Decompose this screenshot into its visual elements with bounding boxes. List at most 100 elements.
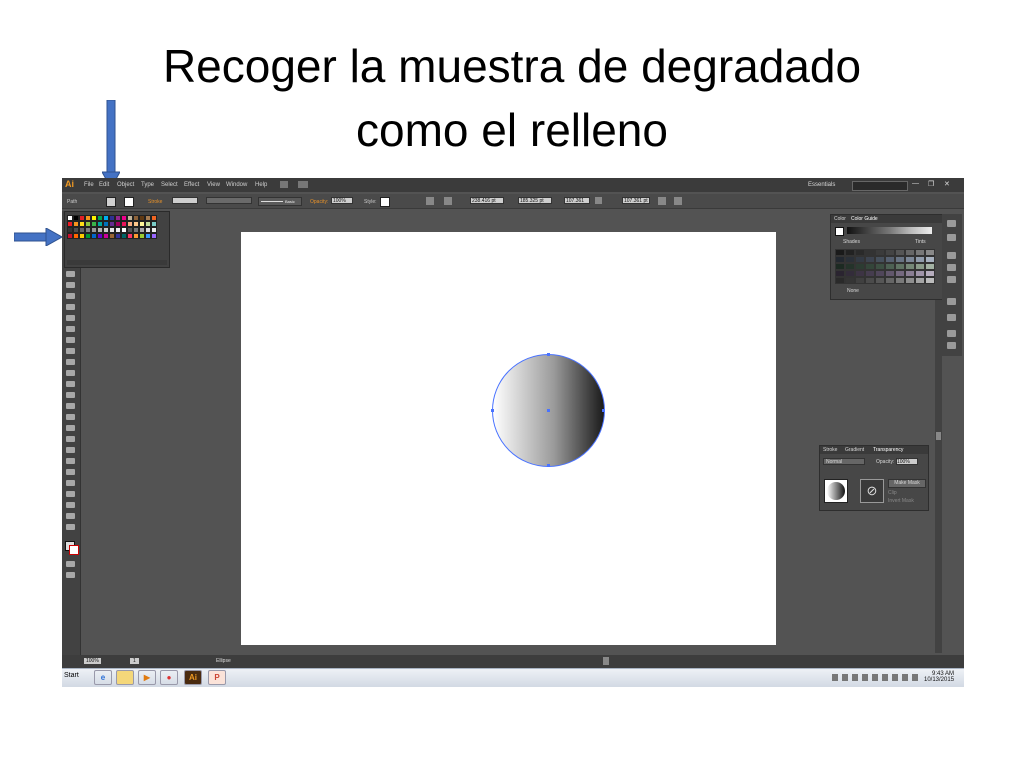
color-guide-swatch[interactable] — [855, 270, 865, 277]
free-transform-tool-icon[interactable] — [66, 392, 75, 398]
layers-icon[interactable] — [947, 330, 956, 337]
color-guide-swatch[interactable] — [835, 277, 845, 284]
opacity-label[interactable]: Opacity: — [310, 199, 328, 205]
bridge-icon[interactable] — [280, 181, 288, 188]
powerpoint-icon[interactable]: P — [208, 670, 226, 685]
anchor-point[interactable] — [547, 464, 550, 467]
stroke-color-box[interactable] — [69, 545, 79, 555]
workspace-switcher[interactable]: Essentials — [808, 182, 835, 188]
horizontal-scroll-thumb[interactable] — [603, 657, 609, 665]
menu-edit[interactable]: Edit — [99, 182, 109, 188]
swatches-icon[interactable] — [947, 252, 956, 259]
swatch-grid[interactable] — [67, 215, 157, 239]
appearance-icon[interactable] — [947, 220, 956, 227]
color-guide-swatch[interactable] — [915, 263, 925, 270]
scale-tool-icon[interactable] — [66, 370, 75, 376]
chrome-icon[interactable]: ● — [160, 670, 178, 685]
color-guide-swatch[interactable] — [915, 249, 925, 256]
system-tray-icons[interactable] — [832, 674, 920, 681]
tab-color-guide[interactable]: Color Guide — [851, 216, 878, 222]
color-guide-swatch[interactable] — [895, 270, 905, 277]
close-icon[interactable]: ✕ — [944, 180, 950, 188]
color-guide-swatch[interactable] — [835, 256, 845, 263]
hand-tool-icon[interactable] — [66, 513, 75, 519]
color-guide-swatch[interactable] — [855, 277, 865, 284]
color-guide-swatch[interactable] — [865, 270, 875, 277]
transform-panel-icon[interactable] — [947, 314, 956, 321]
paintbrush-tool-icon[interactable] — [66, 315, 75, 321]
color-guide-swatch[interactable] — [845, 277, 855, 284]
color-guide-swatch[interactable] — [885, 263, 895, 270]
color-guide-swatch[interactable] — [885, 277, 895, 284]
color-guide-grid[interactable] — [835, 249, 935, 284]
gradient-circle[interactable] — [491, 353, 605, 467]
anchor-point[interactable] — [602, 409, 605, 412]
blob-brush-tool-icon[interactable] — [66, 337, 75, 343]
color-guide-swatch[interactable] — [865, 277, 875, 284]
restore-icon[interactable]: ❐ — [928, 180, 934, 188]
graphic-style-swatch[interactable] — [380, 197, 390, 207]
color-guide-swatch[interactable] — [835, 263, 845, 270]
slice-tool-icon[interactable] — [66, 502, 75, 508]
color-guide-swatch[interactable] — [925, 277, 935, 284]
blend-tool-icon[interactable] — [66, 458, 75, 464]
brushes-icon[interactable] — [947, 264, 956, 271]
width-tool-icon[interactable] — [66, 381, 75, 387]
menu-effect[interactable]: Effect — [184, 182, 199, 188]
color-guide-swatch[interactable] — [895, 277, 905, 284]
symbol-sprayer-tool-icon[interactable] — [66, 469, 75, 475]
mesh-tool-icon[interactable] — [66, 425, 75, 431]
color-guide-swatch[interactable] — [875, 270, 885, 277]
ellipse-tool-icon[interactable] — [66, 304, 75, 310]
panel-menu-icon[interactable] — [674, 197, 682, 205]
anchor-point[interactable] — [491, 409, 494, 412]
artboard-number[interactable]: 1 — [130, 658, 139, 664]
graphic-styles-icon[interactable] — [947, 234, 956, 241]
stroke-label[interactable]: Stroke — [148, 199, 162, 205]
arrange-documents-icon[interactable] — [298, 181, 308, 188]
color-guide-swatch[interactable] — [925, 270, 935, 277]
color-guide-swatch[interactable] — [895, 256, 905, 263]
color-guide-swatch[interactable] — [875, 249, 885, 256]
color-guide-swatch[interactable] — [925, 263, 935, 270]
menu-help[interactable]: Help — [255, 182, 267, 188]
color-guide-swatch[interactable] — [885, 249, 895, 256]
color-guide-swatch[interactable] — [905, 249, 915, 256]
clock[interactable]: 9:43 AM 10/13/2015 — [924, 671, 954, 683]
color-guide-swatch[interactable] — [905, 263, 915, 270]
y-field[interactable]: 185.325 pt — [518, 197, 552, 204]
stroke-weight-field[interactable] — [172, 197, 198, 204]
tab-gradient[interactable]: Gradient — [845, 447, 864, 453]
media-player-icon[interactable]: ▶ — [138, 670, 156, 685]
drawing-modes-icon[interactable] — [66, 561, 75, 567]
start-button[interactable]: Start — [64, 672, 79, 679]
color-guide-swatch[interactable] — [865, 249, 875, 256]
artboards-icon[interactable] — [947, 342, 956, 349]
file-explorer-icon[interactable] — [116, 670, 134, 685]
zoom-tool-icon[interactable] — [66, 524, 75, 530]
color-guide-swatch[interactable] — [855, 263, 865, 270]
color-guide-swatch[interactable] — [905, 277, 915, 284]
eraser-tool-icon[interactable] — [66, 348, 75, 354]
color-guide-swatch[interactable] — [875, 256, 885, 263]
rotate-tool-icon[interactable] — [66, 359, 75, 365]
tab-stroke[interactable]: Stroke — [823, 447, 837, 453]
menu-type[interactable]: Type — [141, 182, 154, 188]
blend-mode-select[interactable]: Normal — [823, 458, 865, 465]
height-field[interactable]: 107.361 pt — [622, 197, 650, 204]
tab-color[interactable]: Color — [834, 216, 846, 222]
menu-file[interactable]: File — [84, 182, 94, 188]
internet-explorer-icon[interactable]: e — [94, 670, 112, 685]
color-guide-swatch[interactable] — [905, 256, 915, 263]
gradient-tool-icon[interactable] — [66, 436, 75, 442]
variable-width-field[interactable] — [206, 197, 252, 204]
line-tool-icon[interactable] — [66, 293, 75, 299]
color-guide-swatch[interactable] — [845, 270, 855, 277]
color-guide-swatch[interactable] — [885, 256, 895, 263]
scroll-thumb[interactable] — [936, 432, 941, 440]
color-guide-swatch[interactable] — [845, 249, 855, 256]
opacity-field[interactable]: 100% — [896, 458, 918, 465]
anchor-point[interactable] — [547, 353, 550, 356]
graph-tool-icon[interactable] — [66, 480, 75, 486]
make-mask-button[interactable]: Make Mask — [888, 479, 926, 488]
